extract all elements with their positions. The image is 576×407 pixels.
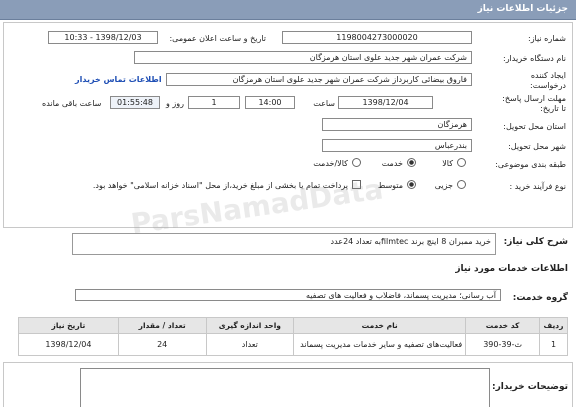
need-summary-label: شرح کلی نیاز: <box>503 237 568 247</box>
announce-date-label: تاریخ و ساعت اعلان عمومی: <box>169 34 266 43</box>
process-radio-medium[interactable] <box>407 180 416 189</box>
announce-date-field: 1398/12/03 - 10:33 <box>48 31 158 44</box>
creator-label: ایجاد کننده <box>530 71 566 80</box>
category-radio-goods-service[interactable] <box>352 158 361 167</box>
time-remaining-label: ساعت باقی مانده <box>42 99 102 108</box>
city-label: شهر محل تحویل: <box>508 142 566 151</box>
column-header-unit: واحد اندازه گیری <box>205 317 295 334</box>
creator-label-2: درخواست: <box>530 81 566 90</box>
creator-field: فاروق بیضائی کاربرداز شرکت عمران شهر جدی… <box>166 73 472 86</box>
cell-service-name: فعالیت‌های تصفیه و سایر خدمات مدیریت پسم… <box>293 333 467 356</box>
page-header: جزئیات اطلاعات نیاز <box>0 0 576 20</box>
buyer-org-label: نام دستگاه خریدار: <box>503 54 566 63</box>
category-option-service: خدمت <box>381 159 403 168</box>
time-remaining-field: 01:55:48 <box>110 96 160 109</box>
treasury-payment-checkbox[interactable] <box>352 180 361 189</box>
buyer-org-field: شرکت عمران شهر جدید علوی استان هرمزگان <box>134 51 472 64</box>
deadline-label: مهلت ارسال پاسخ: <box>502 94 566 103</box>
page-title: جزئیات اطلاعات نیاز <box>477 4 568 14</box>
days-label: روز و <box>166 99 184 108</box>
deadline-time-field: 14:00 <box>245 96 295 109</box>
cell-service-code: ث-39-390 <box>465 333 541 356</box>
category-radio-goods[interactable] <box>457 158 466 167</box>
column-header-row-number: ردیف <box>539 317 568 334</box>
buyer-notes-label: توضیحات خریدار: <box>492 382 568 392</box>
cell-need-date: 1398/12/04 <box>18 333 119 356</box>
buyer-contact-link[interactable]: اطلاعات تماس خریدار <box>75 75 162 84</box>
category-radio-service[interactable] <box>407 158 416 167</box>
city-field: بندرعباس <box>322 139 472 152</box>
deadline-time-label: ساعت <box>313 99 335 108</box>
province-label: استان محل تحویل: <box>503 122 566 131</box>
cell-unit: تعداد <box>205 333 295 356</box>
process-radio-minor[interactable] <box>457 180 466 189</box>
deadline-date-field: 1398/12/04 <box>338 96 433 109</box>
service-group-label: گروه خدمت: <box>512 293 568 303</box>
column-header-service-name: نام خدمت <box>293 317 467 334</box>
need-summary-field: خرید ممبران 8 اینچ برند filmtecبه تعداد … <box>72 233 496 255</box>
category-label: طبقه بندی موضوعی: <box>495 160 566 169</box>
column-header-need-date: تاریخ نیاز <box>18 317 119 334</box>
province-field: هرمزگان <box>322 118 472 131</box>
need-number-label: شماره نیاز: <box>528 34 566 43</box>
process-option-medium: متوسط <box>377 181 403 190</box>
treasury-payment-note: پرداخت تمام یا بخشی از مبلغ خرید،از محل … <box>92 181 348 190</box>
services-table: ردیف کد خدمت نام خدمت واحد اندازه گیری ت… <box>18 317 568 356</box>
column-header-quantity: تعداد / مقدار <box>117 317 207 334</box>
table-header-row: ردیف کد خدمت نام خدمت واحد اندازه گیری ت… <box>18 317 568 334</box>
category-option-goods-service: کالا/خدمت <box>313 159 348 168</box>
services-section-title: اطلاعات خدمات مورد نیاز <box>455 264 568 274</box>
cell-row-number: 1 <box>539 333 568 356</box>
table-row: 1 ث-39-390 فعالیت‌های تصفیه و سایر خدمات… <box>18 333 568 356</box>
deadline-label-2: تا تاریخ: <box>540 104 566 113</box>
days-remaining-field: 1 <box>188 96 240 109</box>
service-group-field: آب رسانی؛ مدیریت پسماند، فاضلاب و فعالیت… <box>75 289 501 301</box>
category-option-goods: کالا <box>442 159 453 168</box>
cell-quantity: 24 <box>117 333 207 356</box>
column-header-service-code: کد خدمت <box>465 317 541 334</box>
need-number-field: 1198004273000020 <box>282 31 472 44</box>
process-label: نوع فرآیند خرید : <box>509 182 566 191</box>
process-option-minor: جزیی <box>434 181 453 190</box>
buyer-notes-field <box>80 368 490 407</box>
